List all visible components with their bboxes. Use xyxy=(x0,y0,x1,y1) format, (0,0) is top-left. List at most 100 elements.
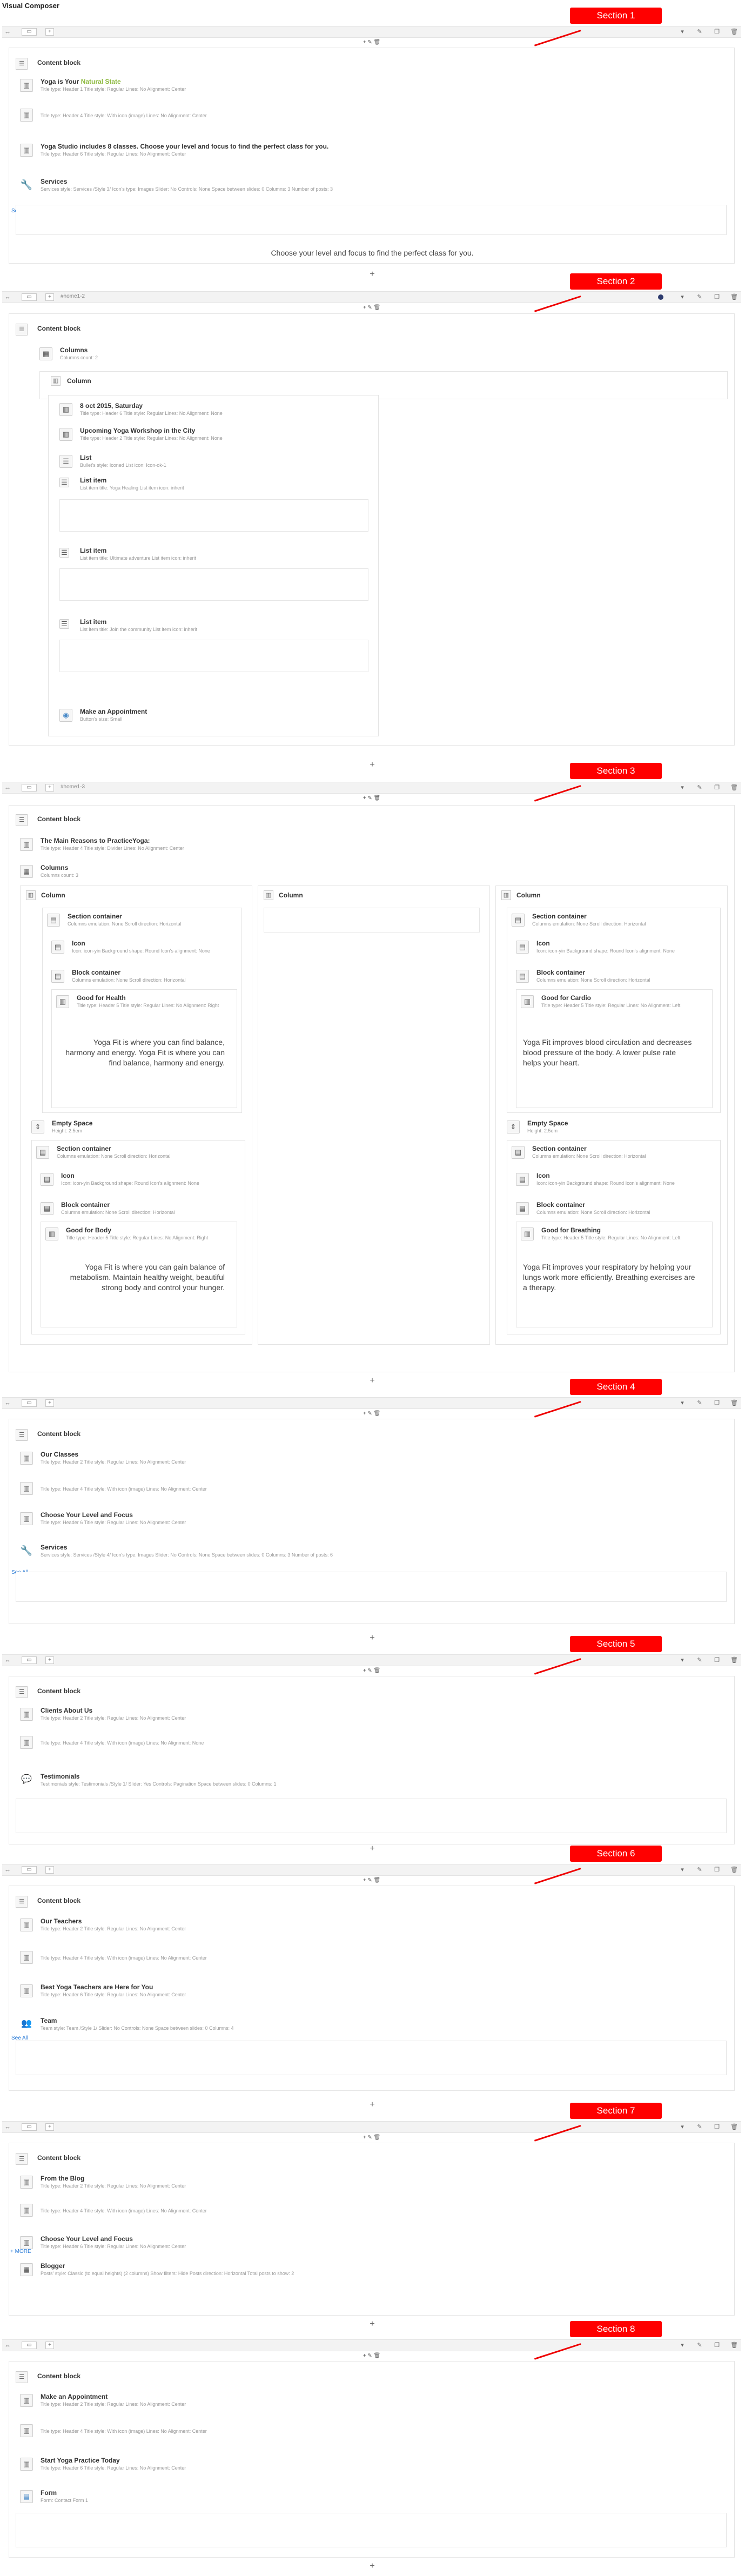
title-element[interactable]: ▥ Title type: Header 4 Title style: With… xyxy=(20,2203,506,2219)
title-element[interactable]: ▥ Best Yoga Teachers are Here for You Ti… xyxy=(20,1983,506,2000)
move-handle-icon[interactable]: ⇔ xyxy=(4,28,11,36)
text-block[interactable]: Yoga Fit is where you can gain balance o… xyxy=(52,1262,225,1293)
delete-icon[interactable]: 🗑 xyxy=(728,1399,740,1407)
title-element[interactable]: ▥ Our Teachers Title type: Header 2 Titl… xyxy=(20,1917,506,1934)
column-controls[interactable]: + ✎ 🗑 xyxy=(361,2135,382,2141)
delete-icon[interactable]: 🗑 xyxy=(728,1656,740,1665)
add-column-button[interactable]: + xyxy=(45,2342,54,2349)
title-element[interactable]: ▥ Yoga is Your Natural State Title type:… xyxy=(20,78,560,94)
delete-icon[interactable]: 🗑 xyxy=(728,293,740,301)
empty-space-element[interactable]: ⇕ Empty Space Height: 2.5em xyxy=(31,1119,247,1136)
empty-drop-area[interactable] xyxy=(264,908,480,933)
edit-icon[interactable]: ✎ xyxy=(694,1866,706,1874)
add-element-button[interactable]: + xyxy=(367,2320,378,2329)
title-element[interactable]: ▥ Make an Appointment Title type: Header… xyxy=(20,2393,506,2409)
move-handle-icon[interactable]: ⇔ xyxy=(4,293,11,301)
add-element-button[interactable]: + xyxy=(367,2101,378,2109)
add-column-button[interactable]: + xyxy=(45,784,54,791)
section-container-element[interactable]: ▤ Section container Columns emulation: N… xyxy=(47,913,241,929)
delete-icon[interactable]: 🗑 xyxy=(728,2341,740,2350)
empty-drop-area[interactable] xyxy=(16,1799,727,1833)
empty-drop-area[interactable] xyxy=(16,2513,727,2547)
title-element[interactable]: ▥ Title type: Header 4 Title style: With… xyxy=(20,1950,506,1966)
dropdown-icon[interactable]: ▾ xyxy=(676,1399,688,1407)
column-controls[interactable]: + ✎ 🗑 xyxy=(361,795,382,802)
empty-space-element[interactable]: ⇕ Empty Space Height: 2.5em xyxy=(507,1119,723,1136)
title-element[interactable]: ▥ Title type: Header 4 Title style: With… xyxy=(20,1481,506,1497)
row-layout-button[interactable]: ▭ xyxy=(22,2123,37,2131)
title-element[interactable]: ▥ The Main Reasons to PracticeYoga: Titl… xyxy=(20,837,506,853)
list-item-element[interactable]: ☰ List item List item title: Ultimate ad… xyxy=(59,547,373,563)
column-controls[interactable]: + ✎ 🗑 xyxy=(361,39,382,46)
testimonials-element[interactable]: 💬 Testimonials Testimonials style: Testi… xyxy=(20,1773,722,1789)
row-layout-button[interactable]: ▭ xyxy=(22,1866,37,1874)
add-column-button[interactable]: + xyxy=(45,1399,54,1407)
text-block[interactable]: Yoga Fit improves your respiratory by he… xyxy=(523,1262,696,1293)
title-element[interactable]: ▥ Upcoming Yoga Workshop in the City Tit… xyxy=(59,427,373,443)
row-layout-button[interactable]: ▭ xyxy=(22,2342,37,2349)
title-element[interactable]: ▥ Our Classes Title type: Header 2 Title… xyxy=(20,1451,506,1467)
section-container-element[interactable]: ▤ Section container Columns emulation: N… xyxy=(36,1145,231,1161)
dropdown-icon[interactable]: ▾ xyxy=(676,293,688,301)
empty-drop-area[interactable] xyxy=(59,640,368,672)
move-handle-icon[interactable]: ⇔ xyxy=(4,784,11,791)
button-element[interactable]: ◉ Make an Appointment Button's size: Sma… xyxy=(59,708,373,724)
dropdown-icon[interactable]: ▾ xyxy=(676,1656,688,1665)
clone-icon[interactable]: ❐ xyxy=(711,1656,723,1665)
dropdown-icon[interactable]: ▾ xyxy=(676,2123,688,2131)
move-handle-icon[interactable]: ⇔ xyxy=(4,1399,11,1407)
add-element-button[interactable]: + xyxy=(367,761,378,769)
title-element[interactable]: ▥ Title type: Header 4 Title style: With… xyxy=(20,2423,506,2439)
empty-drop-area[interactable] xyxy=(59,568,368,601)
title-element[interactable]: ▥ Good for Body Title type: Header 5 Tit… xyxy=(45,1226,224,1248)
add-column-button[interactable]: + xyxy=(45,293,54,301)
add-element-button[interactable]: + xyxy=(367,1844,378,1853)
add-column-button[interactable]: + xyxy=(45,2123,54,2131)
delete-icon[interactable]: 🗑 xyxy=(728,1866,740,1874)
add-element-button[interactable]: + xyxy=(367,1634,378,1642)
section-container-element[interactable]: ▤ Section container Columns emulation: N… xyxy=(512,1145,706,1161)
icon-element[interactable]: ▤ Icon Icon: icon-yin Background shape: … xyxy=(51,940,235,961)
columns-element[interactable]: ▦ Columns Columns count: 3 xyxy=(20,864,290,880)
title-element[interactable]: ▥ Choose Your Level and Focus Title type… xyxy=(20,2235,506,2251)
title-element[interactable]: ▥ Good for Health Title type: Header 5 T… xyxy=(56,994,234,1016)
add-column-button[interactable]: + xyxy=(45,28,54,36)
clone-icon[interactable]: ❐ xyxy=(711,28,723,36)
section-container-element[interactable]: ▤ Section container Columns emulation: N… xyxy=(512,913,706,929)
dropdown-icon[interactable]: ▾ xyxy=(676,783,688,792)
title-element[interactable]: ▥ Good for Cardio Title type: Header 5 T… xyxy=(521,994,699,1016)
column-controls[interactable]: + ✎ 🗑 xyxy=(361,1877,382,1884)
column-controls[interactable]: + ✎ 🗑 xyxy=(361,1668,382,1674)
title-element[interactable]: ▥ Choose Your Level and Focus Title type… xyxy=(20,1511,506,1527)
add-element-button[interactable]: + xyxy=(367,270,378,279)
edit-icon[interactable]: ✎ xyxy=(694,28,706,36)
column-controls[interactable]: + ✎ 🗑 xyxy=(361,2353,382,2359)
services-element[interactable]: 🔧 Services Services style: Services /Sty… xyxy=(20,1544,722,1560)
dropdown-icon[interactable]: ▾ xyxy=(676,2341,688,2350)
row-layout-button[interactable]: ▭ xyxy=(22,293,37,301)
block-container-element[interactable]: ▤ Block container Columns emulation: Non… xyxy=(51,969,235,985)
block-container-element[interactable]: ▤ Block container Columns emulation: Non… xyxy=(41,1201,224,1217)
empty-drop-area[interactable] xyxy=(16,205,727,235)
text-block[interactable]: Yoga Fit improves blood circulation and … xyxy=(523,1037,696,1068)
empty-drop-area[interactable] xyxy=(16,2041,727,2075)
add-column-button[interactable]: + xyxy=(45,1866,54,1874)
icon-element[interactable]: ▤ Icon Icon: icon-yin Background shape: … xyxy=(41,1172,224,1193)
title-element[interactable]: ▥ From the Blog Title type: Header 2 Tit… xyxy=(20,2175,506,2191)
move-handle-icon[interactable]: ⇔ xyxy=(4,1656,11,1664)
more-link[interactable]: + MORE xyxy=(10,2249,31,2255)
row-layout-button[interactable]: ▭ xyxy=(22,1399,37,1407)
title-element[interactable]: ▥ Clients About Us Title type: Header 2 … xyxy=(20,1707,506,1723)
row-layout-button[interactable]: ▭ xyxy=(22,784,37,791)
title-element[interactable]: ▥ Good for Breathing Title type: Header … xyxy=(521,1226,699,1248)
row-layout-button[interactable]: ▭ xyxy=(22,1656,37,1664)
dropdown-icon[interactable]: ▾ xyxy=(676,28,688,36)
title-element[interactable]: ▥ Title type: Header 4 Title style: With… xyxy=(20,1735,506,1751)
title-element[interactable]: ▥ Start Yoga Practice Today Title type: … xyxy=(20,2457,506,2473)
move-handle-icon[interactable]: ⇔ xyxy=(4,1866,11,1874)
text-block[interactable]: Choose your level and focus to find the … xyxy=(9,248,735,258)
empty-drop-area[interactable] xyxy=(59,499,368,532)
services-element[interactable]: 🔧 Services Services style: Services /Sty… xyxy=(20,178,722,194)
move-handle-icon[interactable]: ⇔ xyxy=(4,2342,11,2349)
dropdown-icon[interactable]: ▾ xyxy=(676,1866,688,1874)
